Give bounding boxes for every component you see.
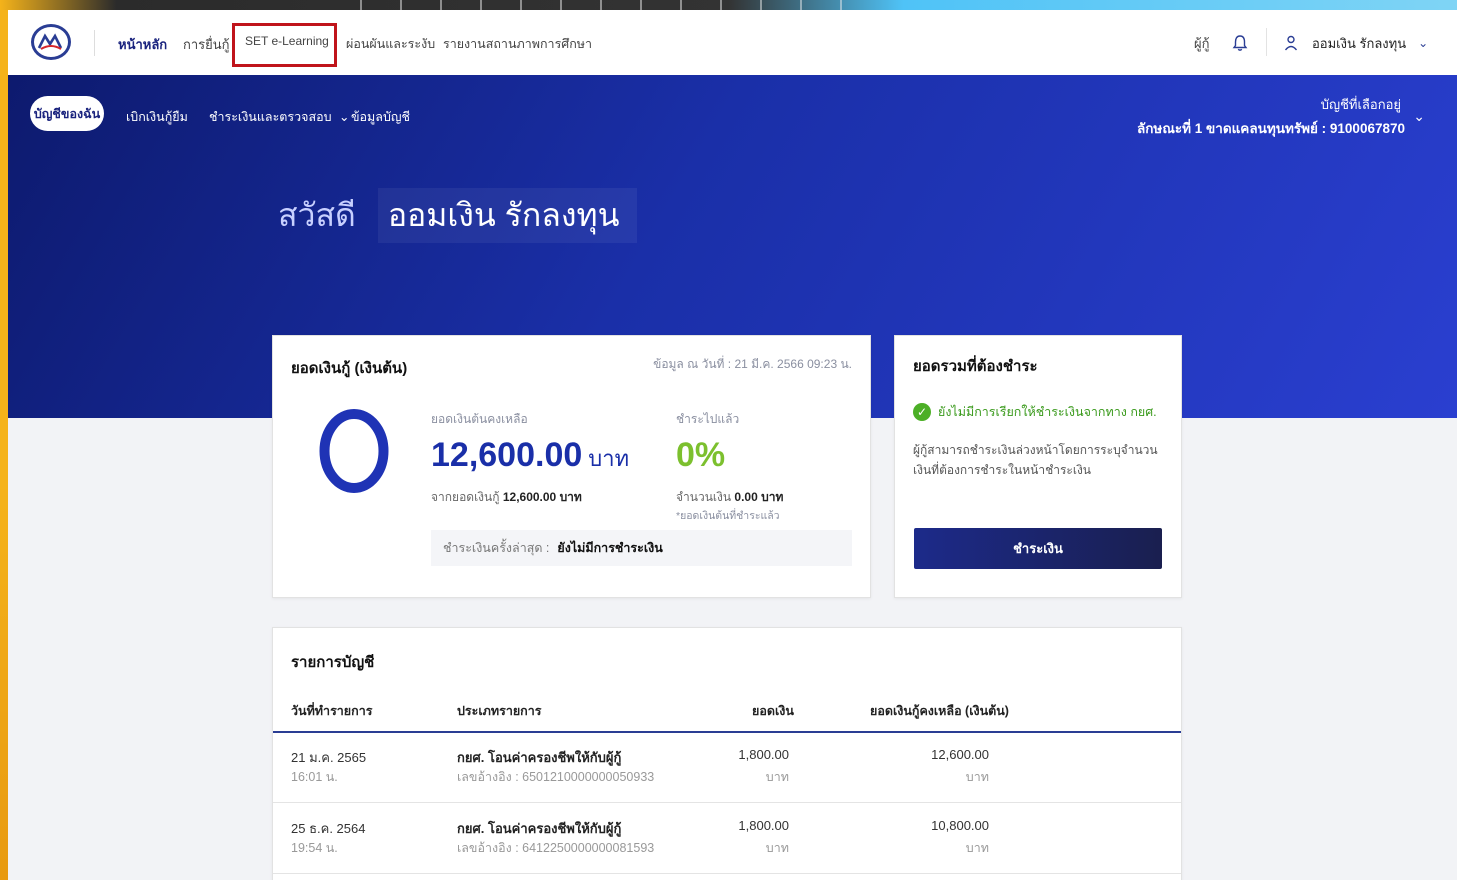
user-menu[interactable]: ออมเงิน รักลงทุน ⌄ (1284, 28, 1428, 58)
row-reference: เลขอ้างอิง : 6501210000000050933 (457, 770, 655, 784)
row-amount: 1,800.00 (738, 747, 789, 762)
nav-deferment[interactable]: ผ่อนผันและระงับ (346, 34, 435, 54)
table-row[interactable]: 21 ม.ค. 2565 16:01 น. กยศ. โอนค่าครองชีพ… (273, 733, 1181, 803)
from-total-prefix: จากยอดเงินกู้ (431, 490, 500, 504)
remaining-unit: บาท (588, 446, 630, 471)
due-card-title: ยอดรวมที่ต้องชำระ (913, 358, 1038, 375)
last-payment-value: ยังไม่มีการชำระเงิน (557, 541, 663, 555)
logo-mark-icon (37, 33, 63, 50)
paid-note: *ยอดเงินต้นที่ชำระแล้ว (676, 510, 780, 522)
nav-divider (94, 30, 95, 56)
row-type: กยศ. โอนค่าครองชีพให้กับผู้กู้ (457, 821, 622, 836)
logo[interactable] (31, 24, 71, 60)
nav-education-status[interactable]: รายงานสถานภาพการศึกษา (443, 34, 592, 54)
remaining-amount: 12,600.00 บาท (431, 436, 629, 476)
paid-amount-prefix: จำนวนเงิน (676, 490, 732, 504)
borrower-switch[interactable]: ผู้กู้ (1194, 28, 1210, 58)
paid-percent: 0% (676, 436, 726, 474)
from-total: จากยอดเงินกู้ 12,600.00 บาท (431, 488, 582, 507)
account-chevron-icon[interactable]: ⌄ (1413, 108, 1425, 125)
loan-principal-card: ยอดเงินกู้ (เงินต้น) ข้อมูล ณ วันที่ : 2… (272, 335, 871, 598)
subnav-payment[interactable]: ชำระเงินและตรวจสอบ ⌄ (209, 107, 350, 127)
greeting-hello: สวัสดี (278, 196, 356, 233)
row-amount-unit: บาท (765, 841, 789, 855)
row-date: 25 ธ.ค. 2564 (291, 821, 366, 836)
row-balance-unit: บาท (965, 770, 989, 784)
nav-separator (1266, 28, 1267, 56)
nav-apply-loan[interactable]: การยื่นกู้ (183, 34, 230, 55)
row-date: 21 ม.ค. 2565 (291, 750, 367, 765)
remaining-label: ยอดเงินต้นคงเหลือ (431, 412, 528, 426)
greeting: สวัสดี ออมเงิน รักลงทุน (278, 187, 638, 243)
subnav-withdraw[interactable]: เบิกเงินกู้ยืม (126, 107, 188, 127)
user-icon (1284, 35, 1298, 51)
last-payment-label: ชำระเงินครั้งล่าสุด : (443, 541, 550, 555)
paid-amount: จำนวนเงิน 0.00 บาท (676, 488, 783, 507)
row-time: 16:01 น. (291, 770, 338, 784)
app-frame: หน้าหลัก การยื่นกู้ SET e-Learning ผ่อนผ… (8, 10, 1457, 880)
paid-donut-chart (319, 409, 389, 493)
amount-due-card: ยอดรวมที่ต้องชำระ ✓ ยังไม่มีการเรียกให้ช… (894, 335, 1182, 598)
due-description: ผู้กู้สามารถชำระเงินล่วงหน้าโดยการระบุจำ… (913, 443, 1158, 477)
col-balance: ยอดเงินกู้คงเหลือ (เงินต้น) (870, 704, 1009, 718)
row-balance-unit: บาท (965, 841, 989, 855)
backdrop-top-decoration (360, 0, 860, 10)
selected-account-label: บัญชีที่เลือกอยู่ (1320, 97, 1401, 112)
donut-track (319, 409, 389, 493)
row-type: กยศ. โอนค่าครองชีพให้กับผู้กู้ (457, 750, 622, 765)
chevron-down-icon: ⌄ (1418, 36, 1429, 50)
remaining-amount-value: 12,600.00 (431, 436, 583, 474)
row-balance: 10,800.00 (931, 818, 989, 833)
user-name: ออมเงิน รักลงทุน (1312, 35, 1407, 51)
row-reference: เลขอ้างอิง : 6412250000000081593 (457, 841, 655, 855)
greeting-name: ออมเงิน รักลงทุน (377, 187, 638, 243)
from-total-value: 12,600.00 บาท (502, 490, 582, 504)
bell-icon (1232, 35, 1248, 51)
row-balance: 12,600.00 (931, 747, 989, 762)
col-date: วันที่ทำรายการ (291, 704, 373, 718)
top-navigation: หน้าหลัก การยื่นกู้ SET e-Learning ผ่อนผ… (8, 10, 1457, 75)
col-type: ประเภทรายการ (457, 704, 542, 718)
table-row[interactable]: 25 ธ.ค. 2564 19:54 น. กยศ. โอนค่าครองชีพ… (273, 804, 1181, 874)
due-status-text: ยังไม่มีการเรียกให้ชำระเงินจากทาง กยศ. (938, 405, 1157, 419)
nav-home[interactable]: หน้าหลัก (118, 34, 167, 55)
last-payment: ชำระเงินครั้งล่าสุด : ยังไม่มีการชำระเงิ… (431, 530, 852, 566)
statement-card: รายการบัญชี วันที่ทำรายการ ประเภทรายการ … (272, 627, 1182, 880)
row-amount: 1,800.00 (738, 818, 789, 833)
row-amount-unit: บาท (765, 770, 789, 784)
chevron-down-icon: ⌄ (339, 110, 350, 124)
selected-account-value: ลักษณะที่ 1 ขาดแคลนทุนทรัพย์ : 910006787… (1136, 121, 1405, 136)
paid-amount-value: 0.00 บาท (734, 490, 784, 504)
paid-label: ชำระไปแล้ว (676, 412, 740, 426)
borrower-label: ผู้กู้ (1194, 35, 1210, 51)
as-of-date: ข้อมูล ณ วันที่ : 21 มี.ค. 2566 09:23 น. (653, 357, 852, 371)
check-circle-icon: ✓ (913, 403, 931, 421)
subnav-account-info[interactable]: ข้อมูลบัญชี (351, 107, 410, 127)
loan-card-title: ยอดเงินกู้ (เงินต้น) (291, 360, 408, 377)
due-status: ✓ ยังไม่มีการเรียกให้ชำระเงินจากทาง กยศ. (913, 402, 1157, 422)
pay-button[interactable]: ชำระเงิน (914, 528, 1162, 569)
notification-button[interactable] (1232, 28, 1248, 58)
subnav-my-account[interactable]: บัญชีของฉัน (30, 96, 104, 131)
subnav-payment-label: ชำระเงินและตรวจสอบ (209, 110, 332, 124)
statement-title: รายการบัญชี (291, 654, 375, 671)
row-time: 19:54 น. (291, 841, 338, 855)
highlight-box (232, 23, 337, 67)
col-amount: ยอดเงิน (752, 704, 794, 718)
